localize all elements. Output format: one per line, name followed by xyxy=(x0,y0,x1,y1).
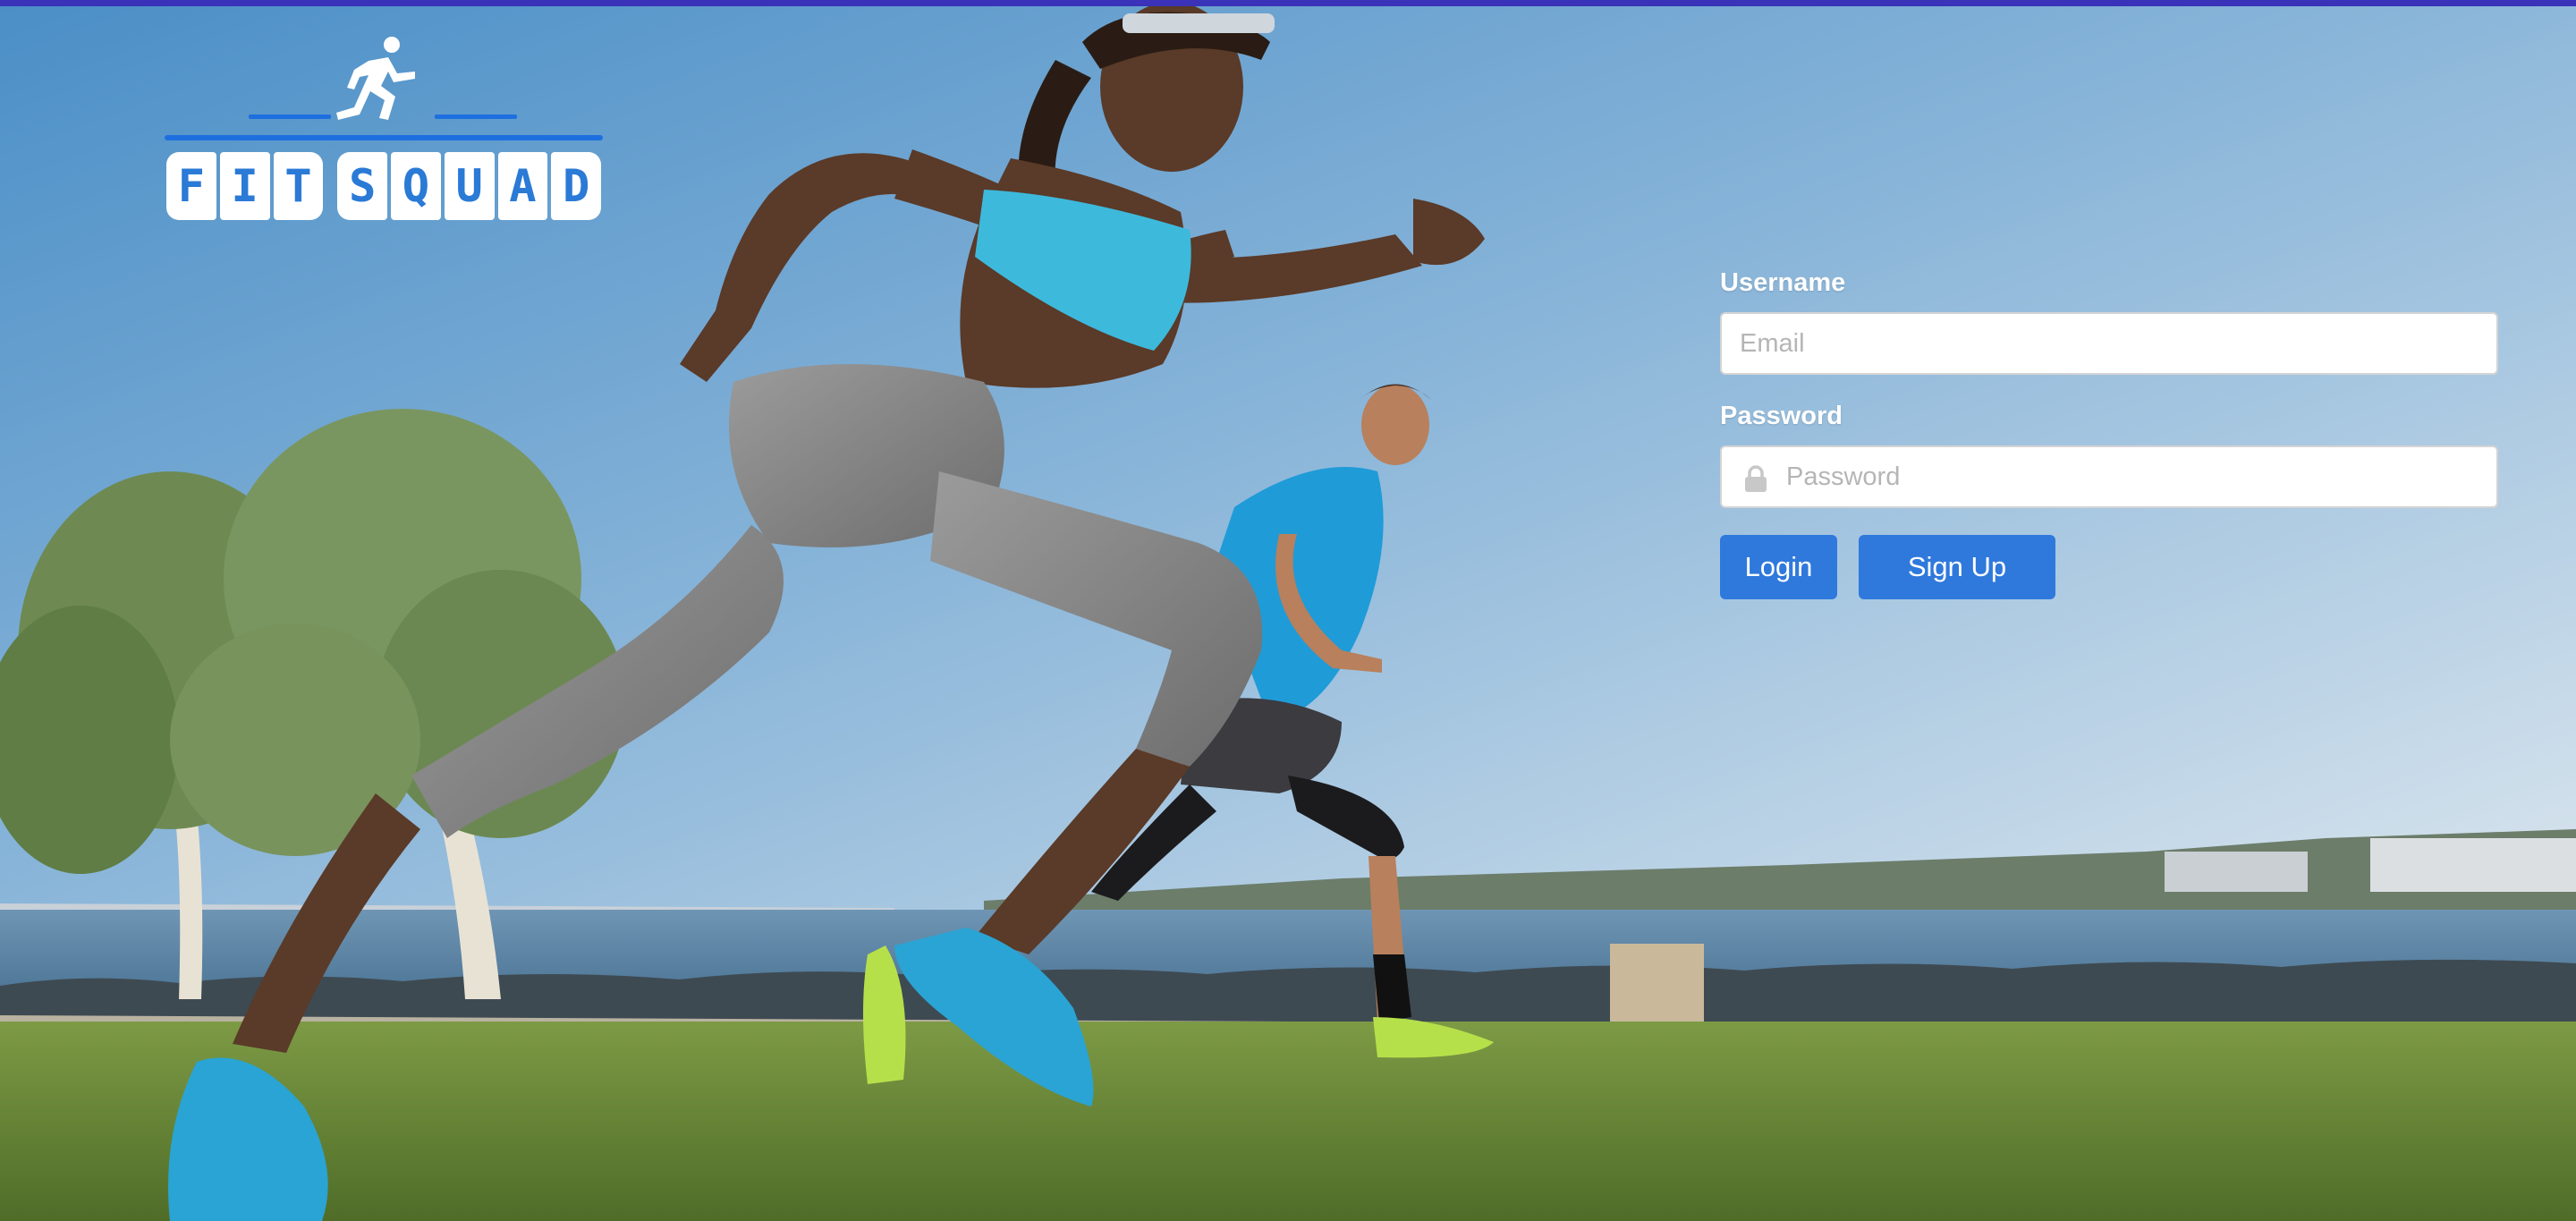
top-accent-bar xyxy=(0,0,2576,6)
lock-icon xyxy=(1745,465,1767,492)
logo-letter: I xyxy=(219,152,270,220)
login-button[interactable]: Login xyxy=(1720,535,1837,599)
password-field-wrapper xyxy=(1720,445,2498,508)
sign-up-button[interactable]: Sign Up xyxy=(1859,535,2055,599)
password-input[interactable] xyxy=(1722,447,2496,506)
fit-squad-logo[interactable]: F I T S Q U A D xyxy=(165,34,603,222)
logo-letter-gap xyxy=(325,152,335,220)
logo-letter: D xyxy=(551,152,601,220)
logo-letter: F xyxy=(166,152,216,220)
logo-letter: S xyxy=(337,152,387,220)
logo-letter: Q xyxy=(391,152,441,220)
username-field-wrapper xyxy=(1720,312,2498,375)
running-man-icon xyxy=(336,37,415,120)
username-label: Username xyxy=(1720,268,1846,297)
form-actions: Login Sign Up xyxy=(1720,535,2498,599)
login-form: Username Password Login Sign Up xyxy=(1720,268,2498,599)
username-input[interactable] xyxy=(1722,314,2496,373)
logo-letter: A xyxy=(497,152,548,220)
logo-dash-right xyxy=(435,114,517,119)
logo-dash-left xyxy=(249,114,331,119)
logo-letter: U xyxy=(444,152,495,220)
logo-underline xyxy=(165,135,603,140)
password-label: Password xyxy=(1720,402,1843,430)
logo-wordmark: F I T S Q U A D xyxy=(165,152,603,220)
logo-letter: T xyxy=(273,152,324,220)
